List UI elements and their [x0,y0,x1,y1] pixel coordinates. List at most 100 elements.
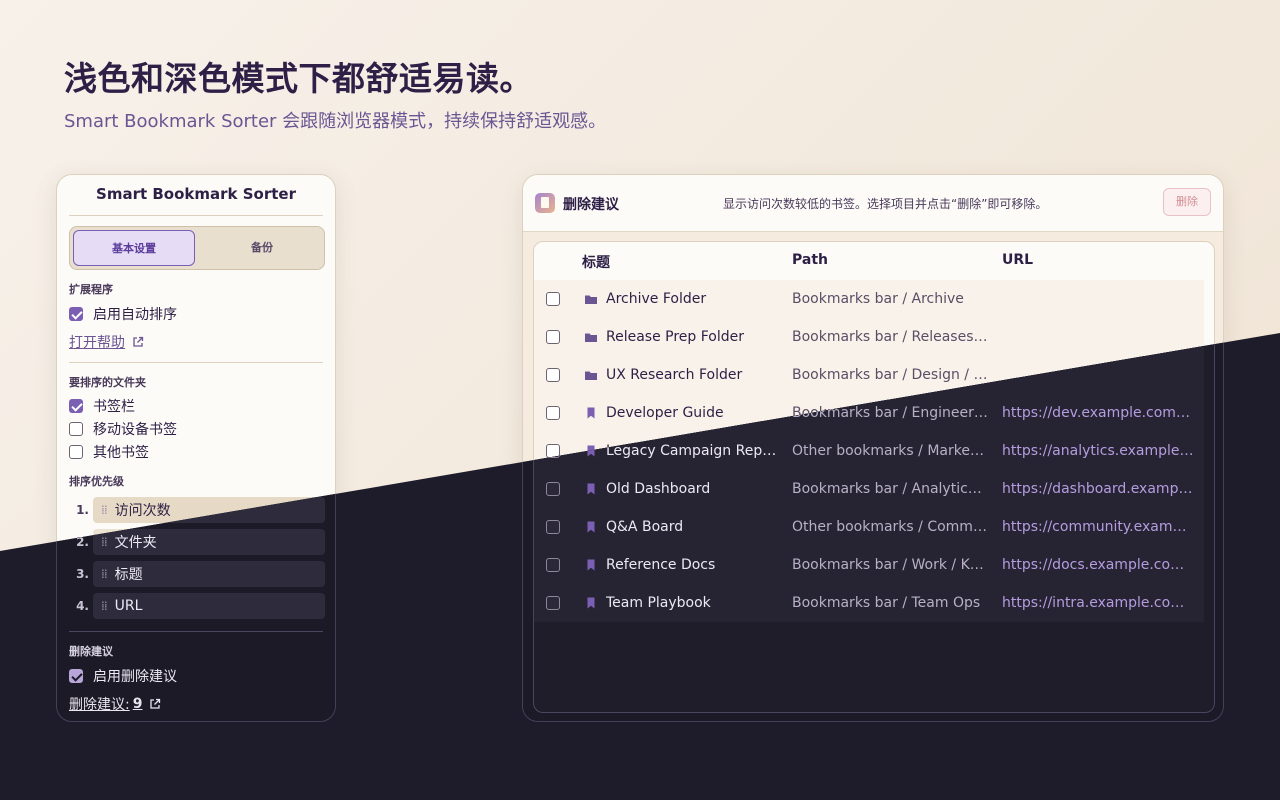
hero-subtitle: Smart Bookmark Sorter 会跟随浏览器模式，持续保持舒适观感。 [64,111,607,132]
row-path: Bookmarks bar / Team Ops [792,595,981,611]
priority-index: 3. [76,567,89,581]
divider [69,215,323,216]
folder-label: 其他书签 [93,445,149,461]
bookmark-icon [587,597,595,609]
row-path: Bookmarks bar / Analytics /… [792,481,988,497]
row-url[interactable]: https://intra.example.com/… [1002,595,1194,611]
row-title: Team Playbook [606,595,711,611]
priority-index: 4. [76,599,89,613]
panel-header: 删除建议 显示访问次数较低的书签。选择项目并点击“删除”即可移除。 删除 [523,175,1223,232]
folder-label: 移动设备书签 [93,422,177,438]
row-checkbox[interactable] [546,520,560,534]
row-url[interactable]: https://docs.example.com/… [1002,557,1194,573]
divider [69,631,323,632]
row-title: Old Dashboard [606,481,711,497]
open-help-link[interactable]: 打开帮助 [69,332,144,352]
drag-handle-icon[interactable]: ⁞⁞ [101,567,108,581]
row-path: Other bookmarks / Marketi… [792,443,988,459]
row-checkbox[interactable] [546,368,560,382]
folders-section-heading: 要排序的文件夹 [69,376,146,389]
row-title: Release Prep Folder [606,329,745,345]
folder-option-other[interactable]: 其他书签 [69,442,149,462]
row-path: Other bookmarks / Commu… [792,519,988,535]
settings-tabs: 基本设置 备份 [69,226,325,270]
folder-checkbox[interactable] [69,422,83,436]
row-url[interactable]: https://dev.example.com/g… [1002,405,1194,421]
delete-suggestions-count: 9 [132,696,143,712]
row-title: Q&A Board [606,519,684,535]
folder-checkbox[interactable] [69,399,83,413]
hero-title: 浅色和深色模式下都舒适易读。 [64,59,533,98]
row-url[interactable]: https://community.exampl… [1002,519,1194,535]
drag-handle-icon[interactable]: ⁞⁞ [101,535,108,549]
priority-section-heading: 排序优先级 [69,475,124,488]
priority-item[interactable]: 3. ⁞⁞ 标题 [69,561,325,587]
folder-label: 书签栏 [93,399,135,415]
row-path: Bookmarks bar / Archive [792,291,964,307]
drag-handle-icon[interactable]: ⁞⁞ [101,503,108,517]
row-title: Legacy Campaign Report [606,443,782,459]
divider [69,362,323,363]
column-header-title[interactable]: 标题 [582,252,610,272]
open-help-label: 打开帮助 [69,335,125,351]
column-header-url[interactable]: URL [1002,252,1033,268]
table-row[interactable]: Release Prep Folder Bookmarks bar / Relea… [534,318,1204,356]
bookmark-icon [587,407,595,419]
panel-title: 删除建议 [563,197,619,213]
auto-sort-option[interactable]: 启用自动排序 [69,304,177,324]
row-checkbox[interactable] [546,406,560,420]
row-path: Bookmarks bar / Work / Kn… [792,557,988,573]
row-checkbox[interactable] [546,292,560,306]
table-header: 标题 Path URL [534,242,1204,280]
row-checkbox[interactable] [546,596,560,610]
row-title: UX Research Folder [606,367,743,383]
table-row[interactable]: Old Dashboard Bookmarks bar / Analytics /… [534,470,1204,508]
folder-checkbox[interactable] [69,445,83,459]
row-checkbox[interactable] [546,482,560,496]
tab-basic-settings[interactable]: 基本设置 [73,230,195,266]
row-url[interactable]: https://analytics.example.c… [1002,443,1194,459]
row-title: Developer Guide [606,405,724,421]
row-checkbox[interactable] [546,444,560,458]
enable-delete-checkbox[interactable] [69,669,83,683]
priority-label: 标题 [114,567,143,583]
folder-icon [585,295,597,304]
folder-option-bookmarks-bar[interactable]: 书签栏 [69,396,135,416]
priority-item[interactable]: 4. ⁞⁞ URL [69,593,325,619]
auto-sort-label: 启用自动排序 [93,307,177,323]
app-logo-icon [535,193,555,213]
priority-label: 文件夹 [114,535,157,551]
delete-button[interactable]: 删除 [1163,188,1211,216]
table-row[interactable]: Archive Folder Bookmarks bar / Archive [534,280,1204,318]
card-title: Smart Bookmark Sorter [96,185,296,203]
priority-label: 访问次数 [114,503,171,519]
delete-suggestions-label: 删除建议: [69,697,130,713]
table-row[interactable]: Reference Docs Bookmarks bar / Work / Kn…… [534,546,1204,584]
table-row[interactable]: Q&A Board Other bookmarks / Commu… https:/… [534,508,1204,546]
bookmark-icon [587,559,595,571]
column-header-path[interactable]: Path [792,252,828,268]
folder-icon [585,371,597,380]
row-title: Reference Docs [606,557,716,573]
bookmark-icon [587,521,595,533]
folder-option-mobile[interactable]: 移动设备书签 [69,419,177,439]
table-row[interactable]: Team Playbook Bookmarks bar / Team Ops htt… [534,584,1204,622]
delete-section-heading: 删除建议 [69,645,113,658]
bookmark-icon [587,483,595,495]
tab-backup[interactable]: 备份 [201,230,323,266]
drag-handle-icon[interactable]: ⁞⁞ [101,599,108,613]
row-path: Bookmarks bar / Releases / … [792,329,988,345]
row-url[interactable]: https://dashboard.example… [1002,481,1194,497]
priority-index: 1. [76,503,89,517]
enable-delete-label: 启用删除建议 [93,669,177,685]
row-checkbox[interactable] [546,330,560,344]
priority-label: URL [114,598,143,614]
auto-sort-checkbox[interactable] [69,307,83,321]
extension-section-heading: 扩展程序 [69,283,113,296]
row-path: Bookmarks bar / Design / R… [792,367,988,383]
delete-suggestions-link[interactable]: 删除建议: 9 [69,694,161,714]
row-checkbox[interactable] [546,558,560,572]
priority-item[interactable]: 2. ⁞⁞文件夹 [69,529,325,555]
enable-delete-suggestions-option[interactable]: 启用删除建议 [69,666,177,686]
external-link-icon [133,336,144,347]
